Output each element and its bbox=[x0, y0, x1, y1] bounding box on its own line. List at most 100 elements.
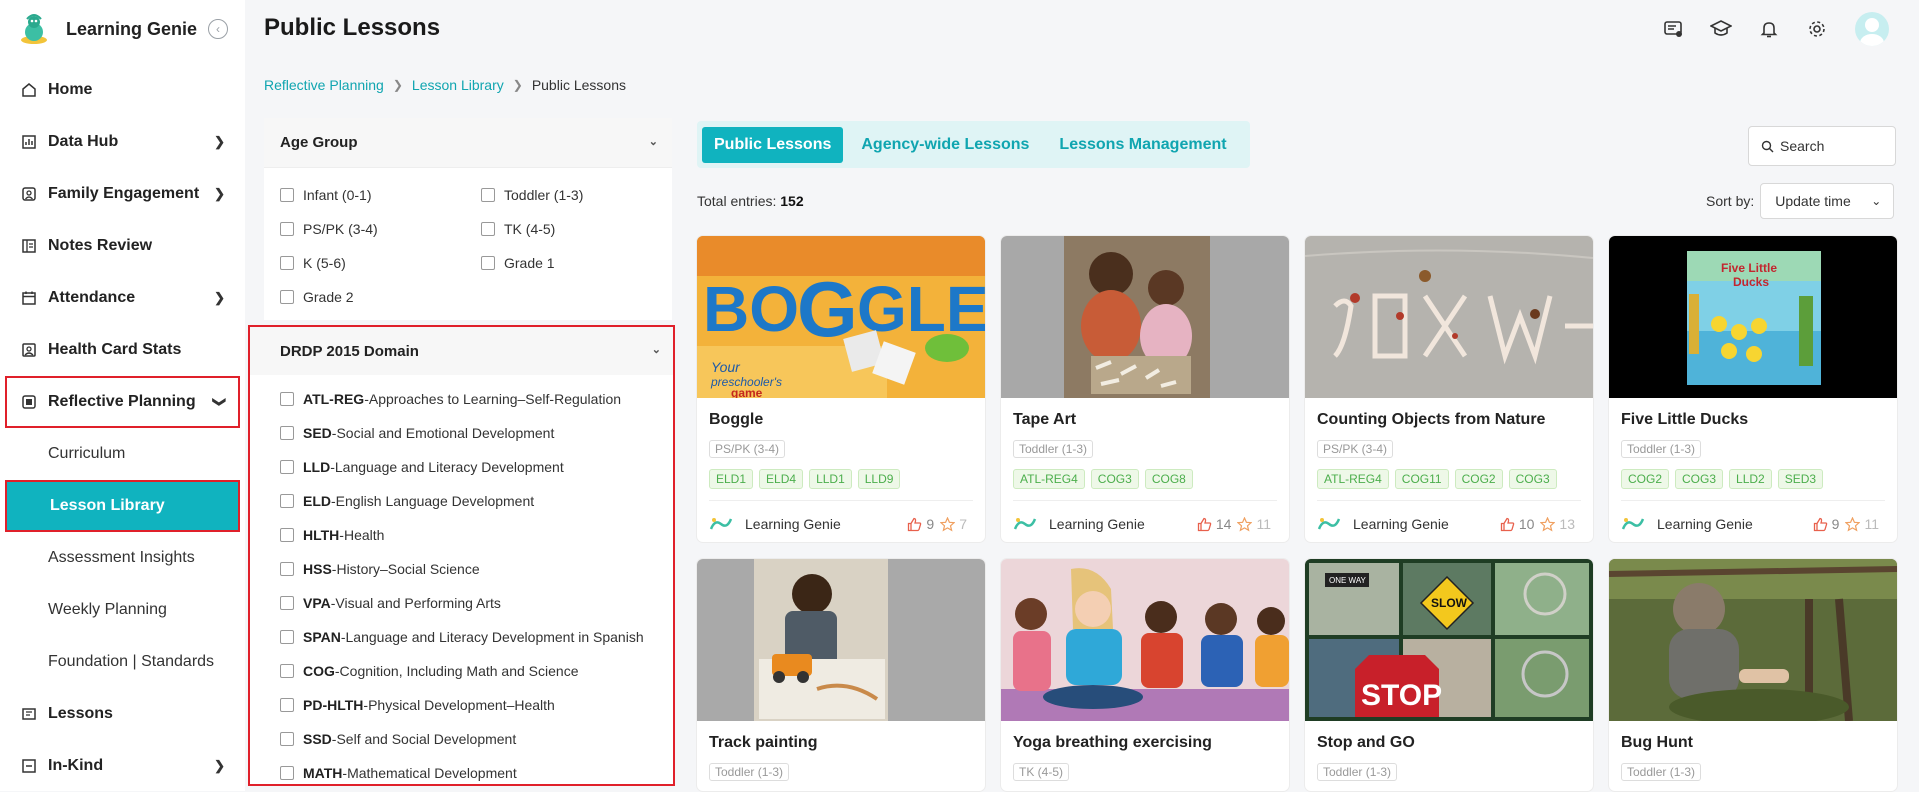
sidebar-item-lessons[interactable]: Lessons bbox=[0, 688, 245, 740]
age-option-checkbox[interactable]: Infant (0-1) bbox=[280, 178, 481, 212]
checkbox[interactable] bbox=[280, 732, 294, 746]
checkbox[interactable] bbox=[280, 528, 294, 542]
lesson-card[interactable]: Tape Art Toddler (1-3) ATL-REG4 COG3 COG… bbox=[1001, 236, 1289, 542]
domain-option-checkbox[interactable]: HLTH -Health bbox=[280, 518, 673, 552]
tab-lessons-management[interactable]: Lessons Management bbox=[1047, 127, 1238, 163]
age-badge: Toddler (1-3) bbox=[1621, 440, 1702, 458]
age-option-checkbox[interactable]: K (5-6) bbox=[280, 246, 481, 280]
checkbox[interactable] bbox=[280, 392, 294, 406]
gear-icon[interactable] bbox=[1805, 17, 1829, 41]
age-option-checkbox[interactable]: Grade 2 bbox=[280, 280, 481, 314]
domain-name: -Visual and Performing Arts bbox=[330, 595, 501, 611]
domain-code: HSS bbox=[303, 561, 332, 577]
checkbox[interactable] bbox=[280, 290, 294, 304]
sidebar-subitem-weekly-planning[interactable]: Weekly Planning bbox=[0, 584, 245, 636]
sidebar-subitem-assessment-insights[interactable]: Assessment Insights bbox=[0, 532, 245, 584]
domain-code: LLD bbox=[303, 459, 331, 475]
domain-option-checkbox[interactable]: LLD -Language and Literacy Development bbox=[280, 450, 673, 484]
bell-icon[interactable] bbox=[1757, 17, 1781, 41]
star-icon[interactable] bbox=[1845, 516, 1861, 532]
thumbs-up-icon[interactable] bbox=[1813, 517, 1828, 532]
star-icon[interactable] bbox=[940, 516, 956, 532]
domain-option-checkbox[interactable]: ELD -English Language Development bbox=[280, 484, 673, 518]
domain-option-checkbox[interactable]: HSS -History–Social Science bbox=[280, 552, 673, 586]
tab-agency-wide-lessons[interactable]: Agency-wide Lessons bbox=[849, 127, 1041, 163]
checkbox[interactable] bbox=[481, 256, 495, 270]
sidebar-subitem-foundation-standards[interactable]: Foundation | Standards bbox=[0, 636, 245, 688]
lesson-card[interactable]: Counting Objects from Nature PS/PK (3-4)… bbox=[1305, 236, 1593, 542]
breadcrumb-link[interactable]: Lesson Library bbox=[412, 77, 504, 93]
domain-tag: COG3 bbox=[1675, 469, 1724, 489]
sidebar-item-notes-review[interactable]: Notes Review bbox=[0, 220, 245, 272]
lesson-card[interactable]: Five Little Ducks Five Little Ducks Todd… bbox=[1609, 236, 1897, 542]
sidebar-subitem-curriculum[interactable]: Curriculum bbox=[0, 428, 245, 480]
lesson-card[interactable]: ONE WAY SLOW STOP Stop and GO Toddler (1… bbox=[1305, 559, 1593, 791]
brand[interactable]: Learning Genie bbox=[18, 12, 197, 46]
age-option-checkbox[interactable]: Grade 1 bbox=[481, 246, 661, 280]
checkbox[interactable] bbox=[481, 222, 495, 236]
domain-option-checkbox[interactable]: VPA -Visual and Performing Arts bbox=[280, 586, 673, 620]
domain-tag: SED3 bbox=[1777, 469, 1824, 489]
checkbox[interactable] bbox=[481, 188, 495, 202]
age-option-checkbox[interactable]: TK (4-5) bbox=[481, 212, 661, 246]
avatar[interactable] bbox=[1855, 12, 1889, 46]
domain-tag: ATL-REG4 bbox=[1013, 469, 1085, 489]
checkbox[interactable] bbox=[280, 426, 294, 440]
domain-option-checkbox[interactable]: ATL-REG -Approaches to Learning–Self-Regu… bbox=[280, 382, 673, 416]
breadcrumb-link[interactable]: Reflective Planning bbox=[264, 77, 384, 93]
checkbox[interactable] bbox=[280, 562, 294, 576]
domain-option-checkbox[interactable]: SED -Social and Emotional Development bbox=[280, 416, 673, 450]
lesson-thumbnail bbox=[1001, 236, 1289, 398]
star-icon[interactable] bbox=[1237, 516, 1253, 532]
checkbox[interactable] bbox=[280, 630, 294, 644]
publisher-name: Learning Genie bbox=[1657, 516, 1753, 532]
graduation-cap-icon[interactable] bbox=[1709, 17, 1733, 41]
domain-option-checkbox[interactable]: MATH -Mathematical Development bbox=[280, 756, 673, 790]
checkbox[interactable] bbox=[280, 460, 294, 474]
svg-text:STOP: STOP bbox=[1361, 679, 1442, 712]
thumbs-up-icon[interactable] bbox=[1197, 517, 1212, 532]
checkbox[interactable] bbox=[280, 256, 294, 270]
thumbs-up-icon[interactable] bbox=[1500, 517, 1515, 532]
sort-select[interactable]: Update time ⌄ bbox=[1760, 183, 1895, 219]
age-option-checkbox[interactable]: Toddler (1-3) bbox=[481, 178, 661, 212]
domain-option-checkbox[interactable]: COG -Cognition, Including Math and Scienc… bbox=[280, 654, 673, 688]
domain-name: -Health bbox=[339, 527, 385, 543]
collapse-sidebar-button[interactable]: ‹ bbox=[208, 19, 228, 39]
sidebar-item-in-kind[interactable]: In-Kind ❯ bbox=[0, 740, 245, 792]
domain-option-checkbox[interactable]: SSD -Self and Social Development bbox=[280, 722, 673, 756]
checkbox[interactable] bbox=[280, 494, 294, 508]
domain-option-checkbox[interactable]: PD-HLTH -Physical Development–Health bbox=[280, 688, 673, 722]
search-input[interactable]: Search bbox=[1748, 126, 1896, 166]
checkbox[interactable] bbox=[280, 188, 294, 202]
age-group-header[interactable]: Age Group ⌄ bbox=[264, 118, 672, 168]
checkbox[interactable] bbox=[280, 664, 294, 678]
checkbox[interactable] bbox=[280, 596, 294, 610]
sidebar-item-home[interactable]: Home bbox=[0, 64, 245, 116]
sidebar-item-attendance[interactable]: Attendance ❯ bbox=[0, 272, 245, 324]
domain-option-checkbox[interactable]: SPAN -Language and Literacy Development i… bbox=[280, 620, 673, 654]
sidebar-subitem-lesson-library[interactable]: Lesson Library bbox=[5, 480, 240, 532]
messages-icon[interactable] bbox=[1661, 17, 1685, 41]
checkbox-label: Grade 2 bbox=[303, 289, 354, 305]
publisher-name: Learning Genie bbox=[1353, 516, 1449, 532]
checkbox[interactable] bbox=[280, 766, 294, 780]
lesson-card[interactable]: Bug Hunt Toddler (1-3) bbox=[1609, 559, 1897, 791]
thumbs-up-icon[interactable] bbox=[907, 517, 922, 532]
lesson-card[interactable]: Track painting Toddler (1-3) bbox=[697, 559, 985, 791]
lesson-card[interactable]: BO G GLE Your preschooler's game Boggle … bbox=[697, 236, 985, 542]
lesson-card[interactable]: Yoga breathing exercising TK (4-5) bbox=[1001, 559, 1289, 791]
age-option-checkbox[interactable]: PS/PK (3-4) bbox=[280, 212, 481, 246]
checkbox[interactable] bbox=[280, 698, 294, 712]
star-icon[interactable] bbox=[1540, 516, 1556, 532]
tab-public-lessons[interactable]: Public Lessons bbox=[702, 126, 844, 163]
sidebar-item-family-engagement[interactable]: Family Engagement ❯ bbox=[0, 168, 245, 220]
domain-header[interactable]: DRDP 2015 Domain ⌄ bbox=[250, 327, 673, 375]
checkbox[interactable] bbox=[280, 222, 294, 236]
domain-tag: LLD1 bbox=[809, 469, 852, 489]
sidebar-item-health-card-stats[interactable]: Health Card Stats bbox=[0, 324, 245, 376]
sidebar-item-reflective-planning[interactable]: Reflective Planning ❯ bbox=[5, 376, 240, 428]
publisher-name: Learning Genie bbox=[1049, 516, 1145, 532]
sidebar-item-data-hub[interactable]: Data Hub ❯ bbox=[0, 116, 245, 168]
sidebar-item-label: Attendance bbox=[48, 289, 136, 306]
